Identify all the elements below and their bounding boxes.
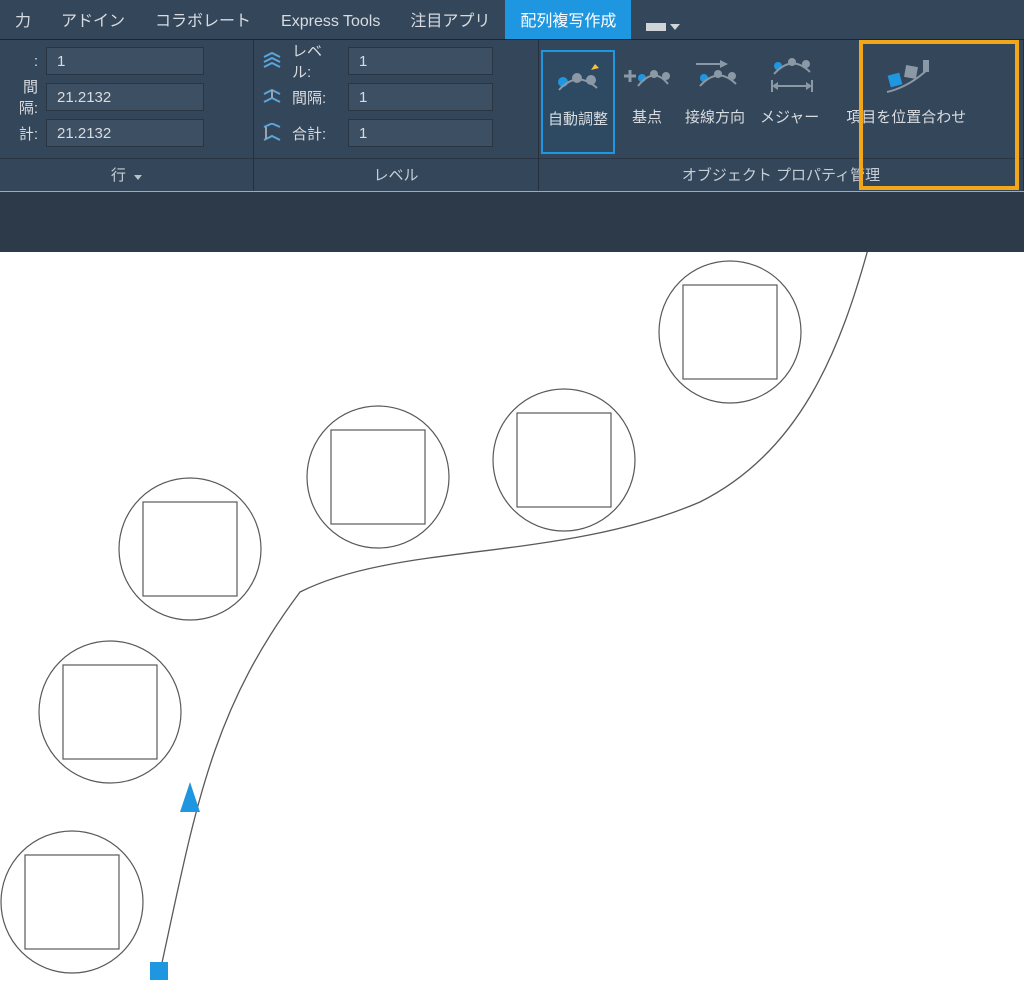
auto-fit-button[interactable]: 自動調整 <box>541 50 615 154</box>
ribbon-body: : 間隔: 計: 行 レベル: <box>0 40 1024 192</box>
array-item <box>493 389 635 531</box>
levels-count-icon <box>262 50 284 72</box>
direction-arrow-grip[interactable] <box>180 782 200 812</box>
array-item <box>1 831 143 973</box>
input-rows-count[interactable] <box>46 47 204 75</box>
tab-featured-apps[interactable]: 注目アプリ <box>395 0 505 39</box>
array-item <box>307 406 449 548</box>
below-ribbon-band <box>0 192 1024 252</box>
array-path-curve <box>160 252 870 972</box>
panel-title-object-properties: オブジェクト プロパティ管理 <box>539 158 1023 191</box>
panel-title-props-text: オブジェクト プロパティ管理 <box>682 167 880 184</box>
tab-array-creation[interactable]: 配列複写作成 <box>505 0 631 39</box>
panel-title-rows-text: 行 <box>111 167 126 184</box>
input-levels-spacing[interactable] <box>348 83 493 111</box>
label-rows-count: : <box>8 53 38 70</box>
big-button-strip: 自動調整 基点 <box>539 46 1023 158</box>
label-levels-total: 合計: <box>292 123 340 144</box>
input-levels-count[interactable] <box>348 47 493 75</box>
tangent-direction-button[interactable]: 接線方向 <box>678 46 753 158</box>
label-levels-spacing: 間隔: <box>292 87 340 108</box>
label-rows-spacing: 間隔: <box>8 76 38 118</box>
auto-fit-icon <box>555 58 601 98</box>
measure-button[interactable]: メジャー <box>753 46 829 158</box>
chevron-down-icon <box>670 24 680 30</box>
panel-object-properties: 自動調整 基点 <box>539 40 1024 191</box>
ribbon-tabstrip: 力 アドイン コラボレート Express Tools 注目アプリ 配列複写作成 <box>0 0 1024 40</box>
panel-indicator-icon <box>646 23 666 31</box>
tab-collaborate[interactable]: コラボレート <box>140 0 266 39</box>
base-point-icon <box>624 56 670 96</box>
chevron-down-icon <box>134 175 142 180</box>
tangent-direction-icon <box>692 56 738 96</box>
tab-express-tools[interactable]: Express Tools <box>266 4 395 39</box>
array-item <box>119 478 261 620</box>
measure-icon <box>768 56 814 96</box>
base-point-label: 基点 <box>632 106 662 127</box>
panel-levels: レベル: 間隔: 合計: レベル <box>254 40 539 191</box>
align-items-label: 項目を位置合わせ <box>846 106 966 127</box>
panel-title-levels: レベル <box>254 158 538 191</box>
input-rows-spacing[interactable] <box>46 83 204 111</box>
drawing-canvas[interactable] <box>0 252 1024 988</box>
label-rows-total: 計: <box>8 123 38 144</box>
label-levels-count: レベル: <box>292 40 340 82</box>
measure-label: メジャー <box>760 106 821 127</box>
input-rows-total[interactable] <box>46 119 204 147</box>
array-item <box>659 261 801 403</box>
tab-addins[interactable]: アドイン <box>46 0 140 39</box>
tab-overflow[interactable] <box>631 14 695 39</box>
endpoint-square-grip[interactable] <box>150 962 168 980</box>
array-item <box>39 641 181 783</box>
panel-title-levels-text: レベル <box>373 167 418 184</box>
levels-spacing-icon <box>262 86 284 108</box>
panel-rows: : 間隔: 計: 行 <box>0 40 254 191</box>
tangent-direction-label: 接線方向 <box>685 106 745 127</box>
input-levels-total[interactable] <box>348 119 493 147</box>
tab-output[interactable]: 力 <box>0 0 46 39</box>
auto-fit-label: 自動調整 <box>548 108 608 129</box>
levels-total-icon <box>262 122 284 144</box>
align-items-icon <box>883 56 929 96</box>
drawing-svg <box>0 252 1024 988</box>
base-point-button[interactable]: 基点 <box>617 46 678 158</box>
align-items-button[interactable]: 項目を位置合わせ <box>829 46 984 158</box>
panel-title-rows[interactable]: 行 <box>0 158 253 191</box>
